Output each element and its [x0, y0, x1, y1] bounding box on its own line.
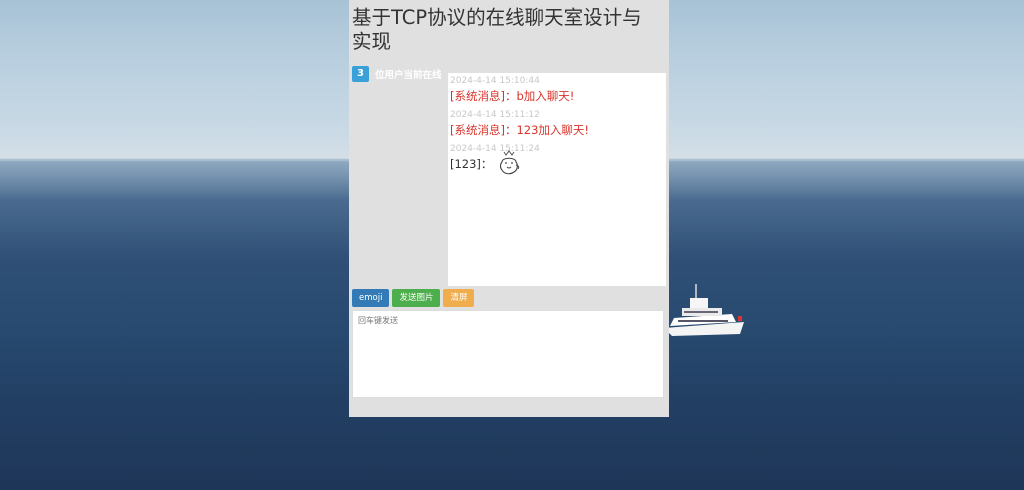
message-time: 2024-4-14 15:10:44	[450, 76, 540, 86]
online-label: 位用户当前在线	[375, 70, 442, 81]
send-image-button[interactable]: 发送图片	[392, 289, 441, 307]
chat-message-area[interactable]: 2024-4-14 15:10:44 [系统消息]：b加入聊天! 2024-4-…	[448, 73, 666, 286]
emoji-button[interactable]: emoji	[352, 289, 390, 307]
system-message: [系统消息]：b加入聊天!	[450, 89, 575, 103]
message-input[interactable]	[352, 310, 664, 398]
chat-panel: 基于TCP协议的在线聊天室设计与实现 3 位用户当前在线 2024-4-14 1…	[349, 0, 669, 417]
user-message: [123]：	[450, 150, 666, 176]
online-count-badge: 3	[352, 66, 369, 82]
message-sender: [123]：	[450, 157, 493, 171]
yacht-image	[664, 284, 744, 336]
page-title: 基于TCP协议的在线聊天室设计与实现	[352, 6, 642, 53]
clear-screen-button[interactable]: 清屏	[443, 289, 475, 307]
toolbar: emoji 发送图片 清屏	[352, 289, 475, 307]
system-message: [系统消息]：123加入聊天!	[450, 123, 590, 137]
message-time: 2024-4-14 15:11:24	[450, 144, 540, 154]
emoji-sticker-icon	[500, 150, 520, 175]
message-time: 2024-4-14 15:11:12	[450, 110, 540, 120]
online-users: 3 位用户当前在线	[352, 66, 442, 82]
